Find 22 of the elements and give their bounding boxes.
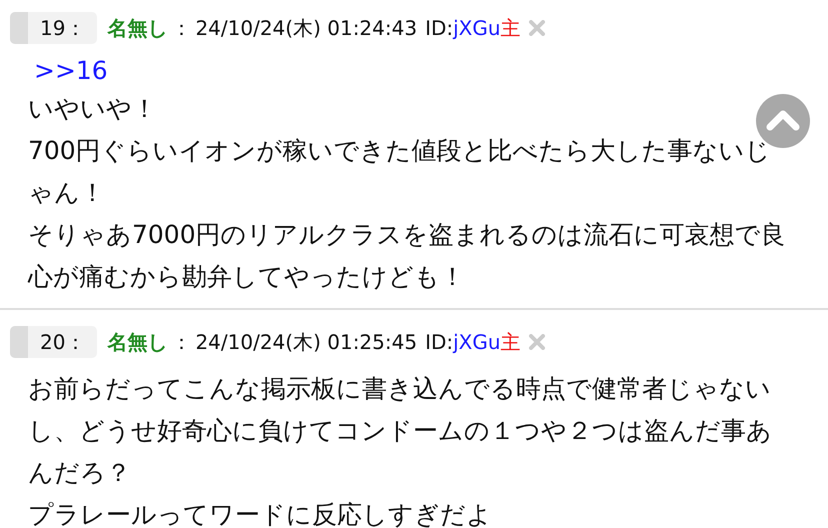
post-number[interactable]: 20：: [10, 326, 98, 358]
post-number[interactable]: 19：: [10, 12, 98, 44]
op-mark: 主: [500, 14, 521, 42]
poster-id[interactable]: jXGu: [453, 330, 501, 354]
poster-name: 名無し: [107, 14, 168, 42]
separator: ：: [171, 14, 192, 42]
id-label: ID:: [425, 16, 454, 40]
post-text: いやいや！: [28, 93, 157, 125]
separator: ：: [171, 328, 192, 356]
post-text: 700円ぐらいイオンが稼いできた値段と比べたら大した事ないじゃん！: [28, 135, 772, 209]
poster-id[interactable]: jXGu: [453, 16, 501, 40]
post-text: お前らだってこんな掲示板に書き込んでる時点で健常者じゃないし、どうせ好奇心に負けてコンドームの１つや２つは盗んだ事あんだろ？: [28, 373, 773, 489]
post-date: 24/10/24(木) 01:24:43: [195, 14, 418, 42]
post-date: 24/10/24(木) 01:25:45: [195, 328, 418, 356]
id-label: ID:: [425, 330, 454, 354]
post-text: そりゃあ7000円のリアルクラスを盗まれるのは流石に可哀想で良心が痛むから勘弁してやったけども！: [28, 219, 786, 293]
reply-link[interactable]: >>16: [34, 54, 786, 88]
post-text: プラレールってワードに反応しすぎだよ: [28, 499, 492, 528]
poster-name: 名無し: [107, 328, 168, 356]
op-mark: 主: [500, 328, 521, 356]
close-icon[interactable]: [528, 334, 545, 350]
close-icon[interactable]: [528, 20, 545, 36]
